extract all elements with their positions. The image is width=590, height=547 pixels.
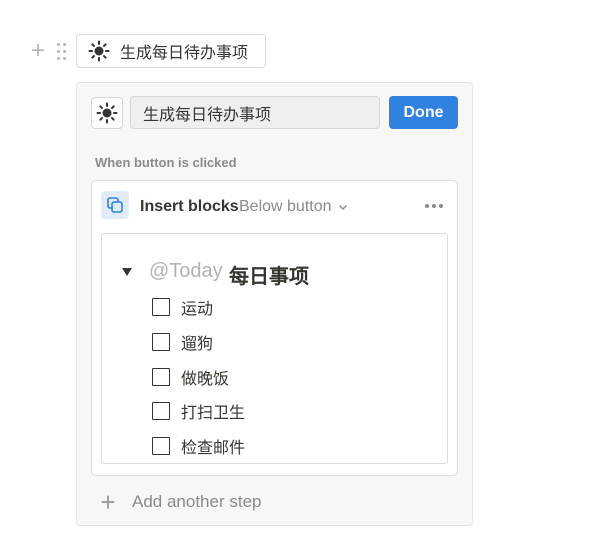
position-label: Below button: [239, 198, 332, 215]
icon-picker[interactable]: [91, 97, 123, 129]
sun-icon: [96, 102, 118, 124]
todo-label[interactable]: 遛狗: [181, 330, 213, 354]
todo-item: 遛狗: [152, 330, 213, 354]
todo-checkbox[interactable]: [152, 437, 170, 455]
section-label: When button is clicked: [95, 155, 237, 170]
todo-label[interactable]: 检查邮件: [181, 434, 245, 458]
add-block-icon[interactable]: +: [28, 39, 48, 63]
todo-checkbox[interactable]: [152, 333, 170, 351]
done-button[interactable]: Done: [389, 96, 458, 129]
sun-icon: [88, 40, 110, 62]
date-mention[interactable]: @Today: [149, 260, 223, 283]
todo-checkbox[interactable]: [152, 298, 170, 316]
plus-icon: +: [100, 487, 116, 517]
toggle-arrow-icon[interactable]: [121, 266, 133, 278]
todo-item: 打扫卫生: [152, 399, 245, 423]
chevron-down-icon: [338, 205, 347, 210]
position-dropdown[interactable]: Below button: [239, 198, 348, 216]
todo-label[interactable]: 运动: [181, 295, 213, 319]
todo-label[interactable]: 打扫卫生: [181, 399, 245, 423]
step-title: Insert blocks: [140, 198, 239, 215]
todo-label[interactable]: 做晚饭: [181, 365, 229, 389]
button-label: 生成每日待办事项: [120, 45, 249, 62]
copy-blocks-icon: [101, 191, 129, 219]
todo-checkbox[interactable]: [152, 368, 170, 386]
toggle-heading[interactable]: 每日事项: [229, 260, 309, 289]
todo-checkbox[interactable]: [152, 402, 170, 420]
todo-item: 检查邮件: [152, 434, 245, 458]
todo-item: 运动: [152, 295, 213, 319]
button-name-input[interactable]: [130, 96, 380, 129]
add-step-label: Add another step: [132, 492, 262, 511]
add-step-button[interactable]: + Add another step: [98, 487, 262, 517]
drag-handle-icon[interactable]: [57, 43, 69, 61]
more-options-icon[interactable]: [420, 197, 448, 215]
todo-item: 做晚饭: [152, 365, 229, 389]
generate-todos-button[interactable]: 生成每日待办事项: [76, 34, 266, 68]
